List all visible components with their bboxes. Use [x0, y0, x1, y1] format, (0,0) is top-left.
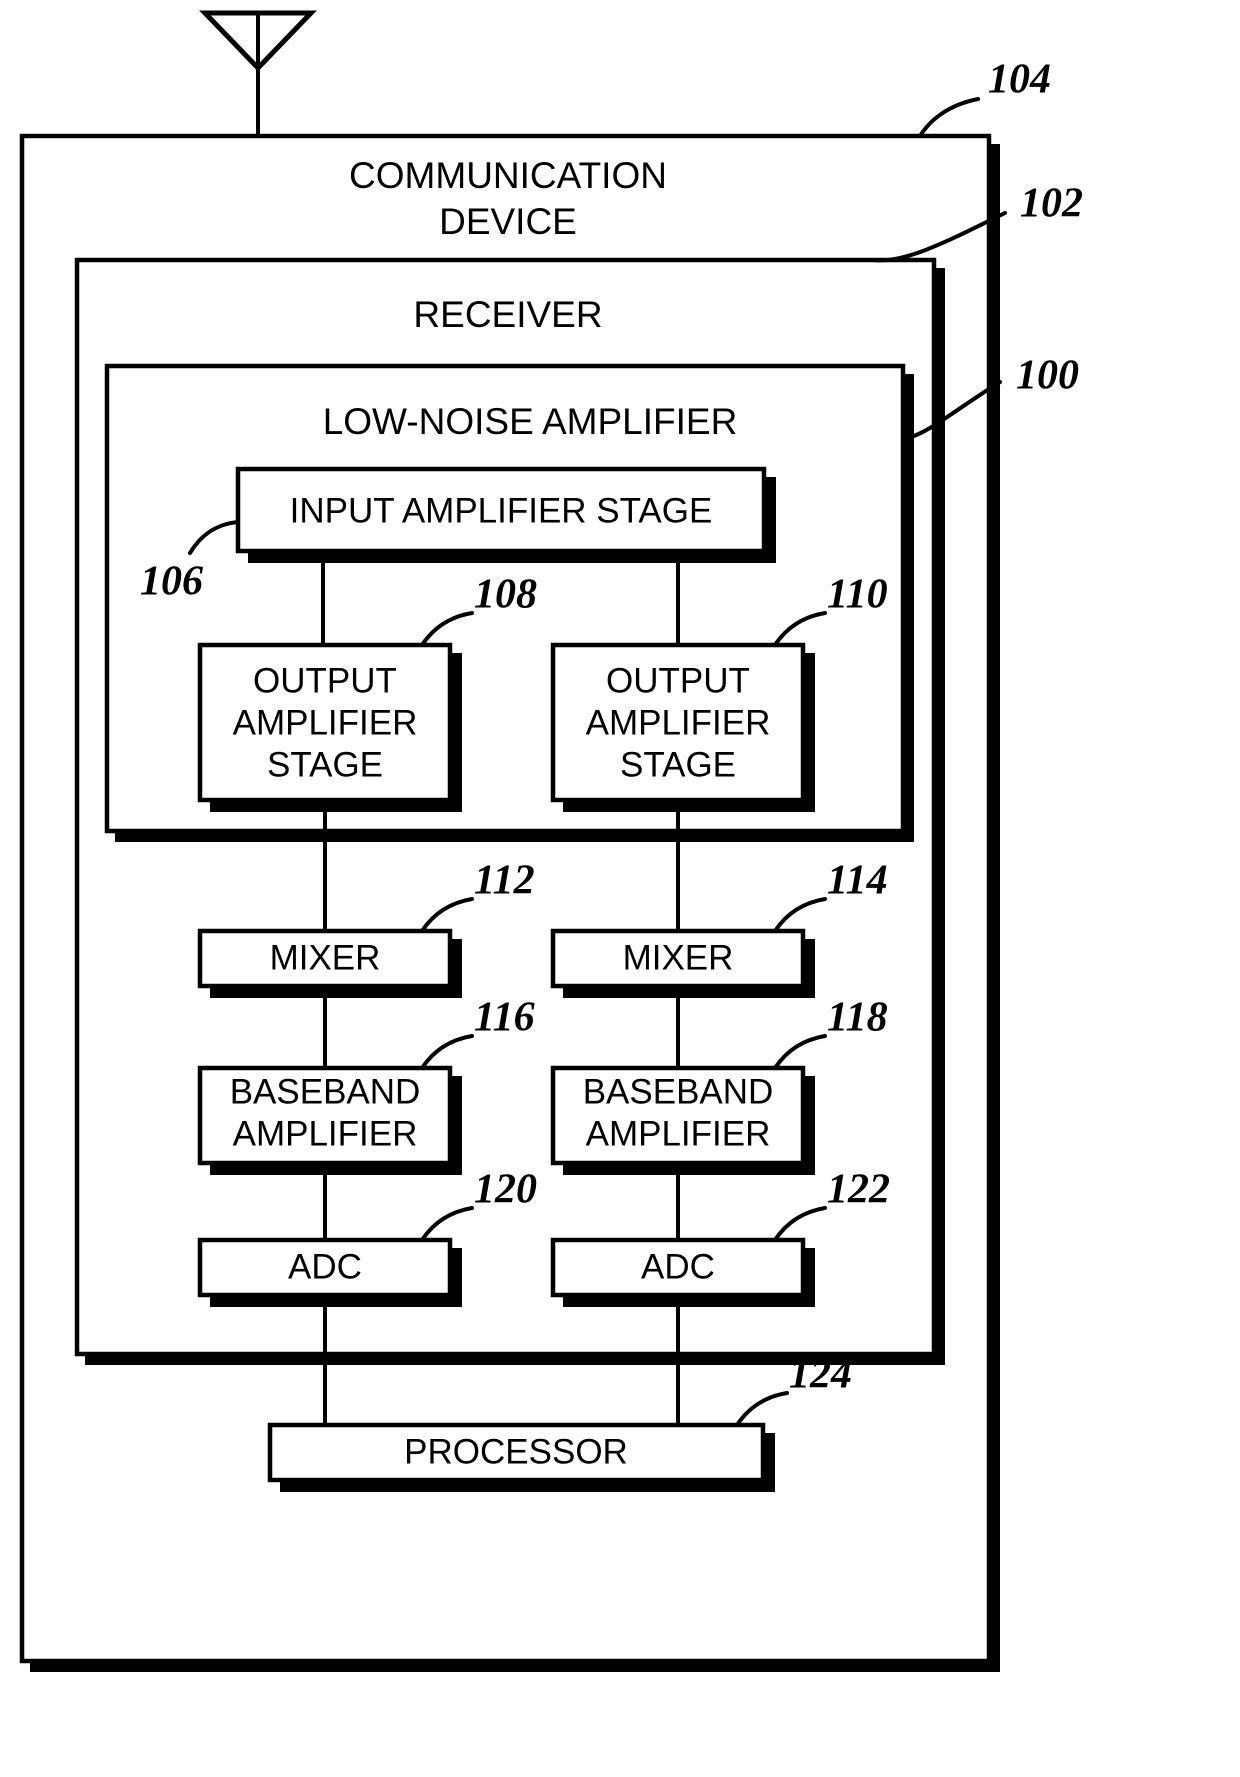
- baseband-amplifier-right-block: BASEBAND AMPLIFIER: [550, 1065, 815, 1175]
- baseband-amplifier-right-line1: BASEBAND: [583, 1072, 774, 1111]
- baseband-amplifier-left-block: BASEBAND AMPLIFIER: [197, 1065, 462, 1175]
- output-amplifier-stage-left-line1: OUTPUT: [253, 661, 397, 700]
- ref-104-leader: [918, 97, 980, 138]
- ref-124-label: 124: [789, 1352, 852, 1398]
- ref-102-label: 102: [1020, 181, 1083, 227]
- mixer-left-label: MIXER: [270, 938, 381, 977]
- ref-110-label: 110: [827, 572, 888, 618]
- adc-right-block: ADC: [550, 1237, 815, 1307]
- output-amplifier-stage-left-line3: STAGE: [267, 745, 383, 784]
- output-amplifier-stage-right-line1: OUTPUT: [606, 661, 750, 700]
- ref-108-label: 108: [474, 572, 537, 618]
- figure-canvas: COMMUNICATION DEVICE RECEIVER LOW-NOISE …: [0, 0, 1240, 1777]
- block-diagram: COMMUNICATION DEVICE RECEIVER LOW-NOISE …: [19, 10, 1083, 1672]
- baseband-amplifier-right-line2: AMPLIFIER: [586, 1114, 771, 1153]
- ref-112-label: 112: [474, 858, 535, 904]
- processor-block: PROCESSOR: [267, 1422, 775, 1492]
- output-amplifier-stage-right-block: OUTPUT AMPLIFIER STAGE: [550, 642, 815, 812]
- low-noise-amplifier-label: LOW-NOISE AMPLIFIER: [323, 401, 738, 442]
- ref-104-label: 104: [988, 57, 1051, 103]
- mixer-right-block: MIXER: [550, 928, 815, 998]
- ref-100-label: 100: [1016, 353, 1079, 399]
- ref-106-label: 106: [140, 559, 203, 605]
- mixer-right-label: MIXER: [623, 938, 734, 977]
- adc-right-label: ADC: [641, 1247, 715, 1286]
- input-amplifier-stage-block: INPUT AMPLIFIER STAGE: [235, 466, 776, 563]
- adc-left-block: ADC: [197, 1237, 462, 1307]
- output-amplifier-stage-left-line2: AMPLIFIER: [233, 703, 418, 742]
- output-amplifier-stage-right-line2: AMPLIFIER: [586, 703, 771, 742]
- mixer-left-block: MIXER: [197, 928, 462, 998]
- ref-114-label: 114: [827, 858, 888, 904]
- processor-label: PROCESSOR: [404, 1432, 628, 1471]
- communication-device-label-line1: COMMUNICATION: [349, 155, 667, 196]
- ref-118-label: 118: [827, 995, 888, 1041]
- output-amplifier-stage-right-line3: STAGE: [620, 745, 736, 784]
- ref-122-label: 122: [827, 1167, 890, 1213]
- communication-device-label-line2: DEVICE: [439, 201, 577, 242]
- receiver-label: RECEIVER: [413, 294, 602, 335]
- adc-left-label: ADC: [288, 1247, 362, 1286]
- ref-120-label: 120: [474, 1167, 537, 1213]
- ref-116-label: 116: [474, 995, 535, 1041]
- output-amplifier-stage-left-block: OUTPUT AMPLIFIER STAGE: [197, 642, 462, 812]
- baseband-amplifier-left-line1: BASEBAND: [230, 1072, 421, 1111]
- baseband-amplifier-left-line2: AMPLIFIER: [233, 1114, 418, 1153]
- input-amplifier-stage-label: INPUT AMPLIFIER STAGE: [290, 491, 713, 530]
